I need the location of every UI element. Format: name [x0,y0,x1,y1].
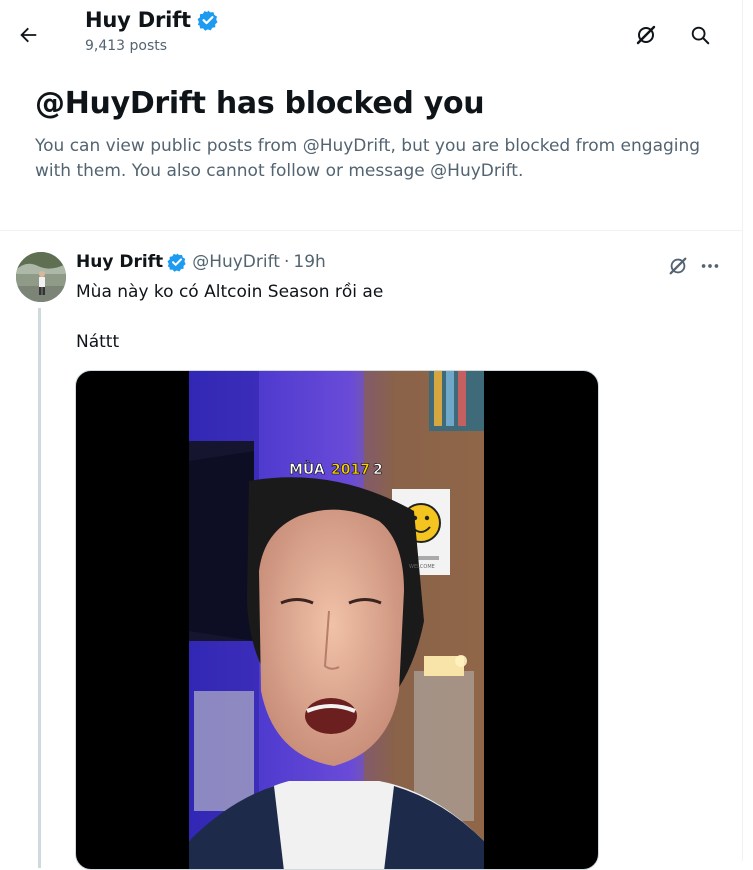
avatar[interactable] [16,252,66,302]
blocked-heading: @HuyDrift has blocked you [35,86,485,121]
tweet-text-line-2: Náttt [76,332,120,352]
grok-icon [669,257,687,275]
video-caption-year: 2017 [331,462,370,478]
video-thumbnail: MÙA 2017 2 WELCOME [189,371,484,869]
section-divider [0,230,742,231]
grok-icon [636,25,656,45]
posts-count: 9,413 posts [85,38,168,54]
tweet-author-name[interactable]: Huy Drift [76,252,163,272]
video-caption-suffix: 2 [373,462,383,478]
back-button[interactable] [10,17,46,53]
avatar-image [16,252,66,302]
tweet-header: Huy Drift @HuyDrift · 19h [76,252,326,272]
poster-text: WELCOME [409,564,435,570]
search-icon [691,26,710,45]
tweet-separator: · [283,252,290,272]
video-caption-prefix: MÙA [289,460,325,478]
verified-badge-icon [197,10,218,31]
profile-header: Huy Drift 9,413 posts [0,0,742,70]
arrow-left-icon [20,27,37,43]
tweet-timestamp[interactable]: 19h [293,252,325,272]
tweet-video[interactable]: MÙA 2017 2 WELCOME [75,370,599,870]
tweet-text-line-1: Mùa này ko có Altcoin Season rồi ae [76,282,384,302]
search-button[interactable] [682,17,718,53]
tweet-grok-button[interactable] [665,253,691,279]
tweet-more-button[interactable] [697,253,723,279]
header-title-block: Huy Drift 9,413 posts [85,8,219,54]
grok-button[interactable] [628,17,664,53]
header-title-row: Huy Drift [85,8,219,32]
profile-name: Huy Drift [85,8,191,32]
column-border [742,0,743,861]
blocked-description: You can view public posts from @HuyDrift… [35,136,701,181]
video-frame: MÙA 2017 2 WELCOME [189,371,484,869]
tweet-handle[interactable]: @HuyDrift [192,252,280,272]
more-horizontal-icon [701,264,719,268]
thread-line [38,308,41,868]
verified-badge-icon [167,253,186,272]
